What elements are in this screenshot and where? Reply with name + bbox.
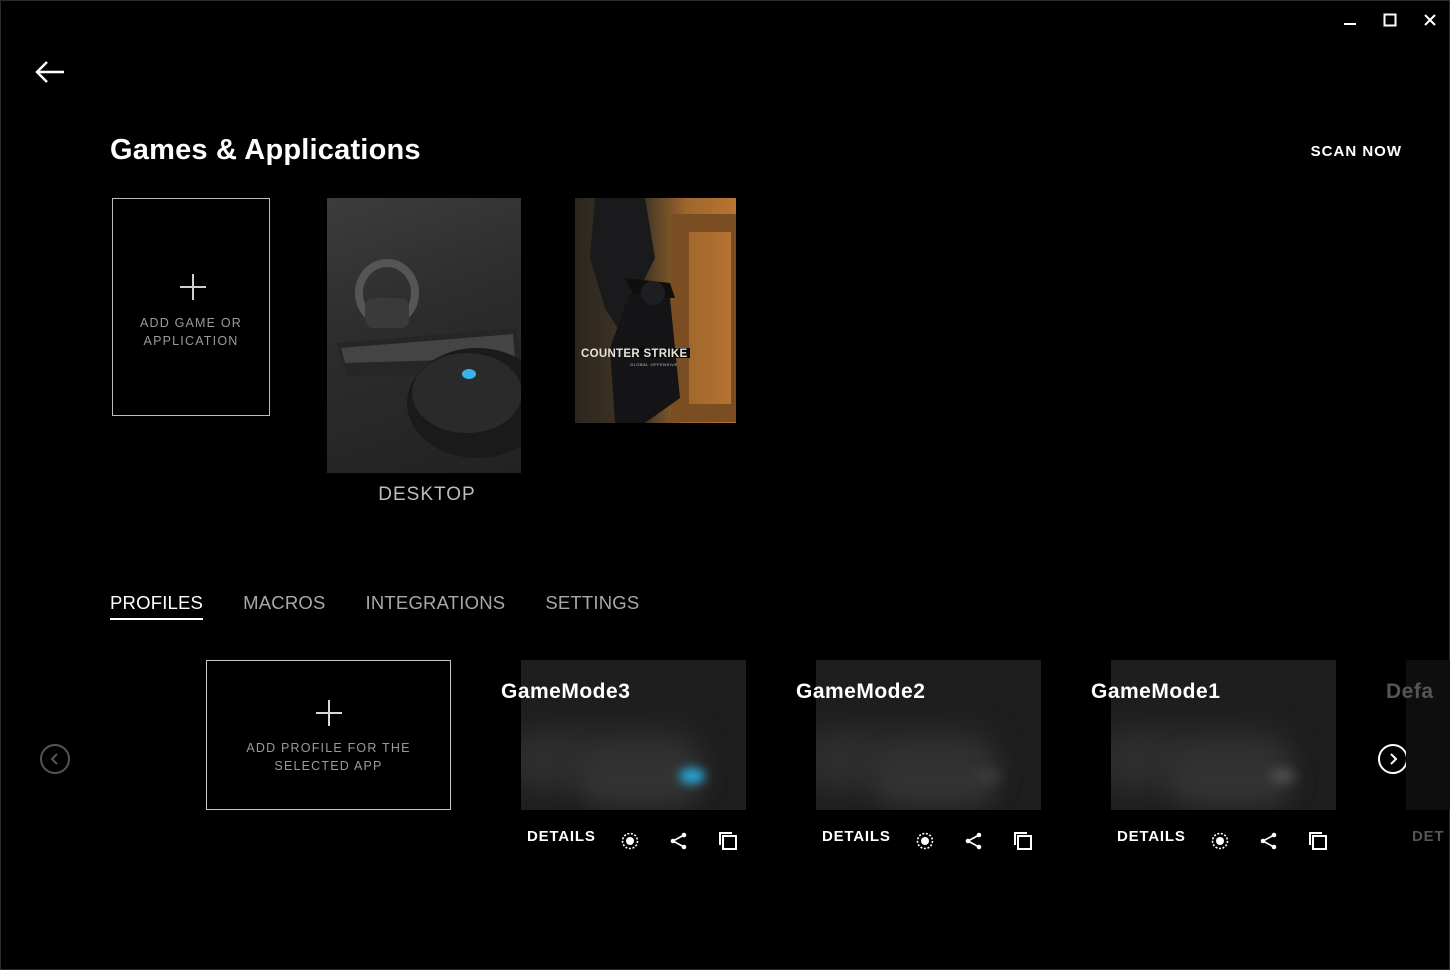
minimize-icon (1344, 23, 1356, 25)
duplicate-button[interactable] (717, 830, 739, 852)
copy-icon (719, 832, 737, 850)
arrow-left-icon (35, 61, 64, 83)
details-button[interactable]: DETAILS (822, 828, 891, 845)
close-button[interactable] (1416, 8, 1444, 32)
tab-bar: PROFILES MACROS INTEGRATIONS SETTINGS (110, 592, 639, 620)
duplicate-button[interactable] (1012, 830, 1034, 852)
add-profile-card[interactable]: ADD PROFILE FOR THE SELECTED APP (206, 660, 451, 810)
carousel-prev-button[interactable] (40, 744, 70, 774)
tab-integrations[interactable]: INTEGRATIONS (366, 592, 506, 620)
desktop-image (337, 259, 521, 458)
add-game-card[interactable]: ADD GAME OR APPLICATION (112, 198, 270, 416)
profile-card: Defa DET (1386, 660, 1450, 860)
minimize-button[interactable] (1336, 8, 1364, 32)
target-icon (1211, 832, 1229, 850)
profile-name: GameMode2 (796, 680, 926, 703)
app-card-counter-strike[interactable]: COUNTER STRIKE GLOBAL OFFENSIVE (575, 198, 736, 423)
maximize-button[interactable] (1376, 8, 1404, 32)
tab-profiles[interactable]: PROFILES (110, 592, 204, 620)
profile-card: GameMode3 DETAILS (501, 660, 761, 860)
counter-strike-subtitle: GLOBAL OFFENSIVE (630, 362, 678, 367)
share-icon (1260, 832, 1277, 850)
profile-glow (679, 768, 705, 784)
duplicate-button[interactable] (1307, 830, 1329, 852)
share-button[interactable] (668, 830, 690, 852)
tab-settings[interactable]: SETTINGS (545, 592, 639, 620)
persistent-button[interactable] (1209, 830, 1231, 852)
profile-name: GameMode3 (501, 680, 631, 703)
persistent-button[interactable] (619, 830, 641, 852)
scan-now-button[interactable]: SCAN NOW (1311, 143, 1402, 160)
profile-card: GameMode2 DETAILS (796, 660, 1056, 860)
details-button[interactable]: DETAILS (527, 828, 596, 845)
share-icon (965, 832, 982, 850)
profile-name: GameMode1 (1091, 680, 1221, 703)
add-profile-label: ADD PROFILE FOR THE SELECTED APP (246, 741, 411, 773)
persistent-button[interactable] (914, 830, 936, 852)
counter-strike-image (590, 198, 736, 423)
share-button[interactable] (963, 830, 985, 852)
tab-macros[interactable]: MACROS (243, 592, 325, 620)
maximize-icon (1383, 13, 1397, 27)
profile-card: GameMode1 DETAILS (1091, 660, 1351, 860)
chevron-left-icon (50, 753, 58, 765)
counter-strike-title: COUNTER STRIKE (581, 348, 688, 360)
close-icon (1424, 14, 1436, 26)
share-icon (670, 832, 687, 850)
details-button[interactable]: DET (1412, 828, 1444, 845)
target-icon (621, 832, 639, 850)
copy-icon (1014, 832, 1032, 850)
plus-icon (316, 700, 342, 726)
copy-icon (1309, 832, 1327, 850)
details-button[interactable]: DETAILS (1117, 828, 1186, 845)
back-button[interactable] (34, 58, 66, 86)
app-card-desktop[interactable] (327, 198, 521, 473)
target-icon (916, 832, 934, 850)
page-title: Games & Applications (110, 134, 421, 166)
desktop-label: DESKTOP (378, 484, 476, 505)
plus-icon (180, 274, 206, 300)
profile-name: Defa (1386, 680, 1434, 703)
share-button[interactable] (1258, 830, 1280, 852)
add-game-label: ADD GAME OR APPLICATION (139, 316, 243, 348)
